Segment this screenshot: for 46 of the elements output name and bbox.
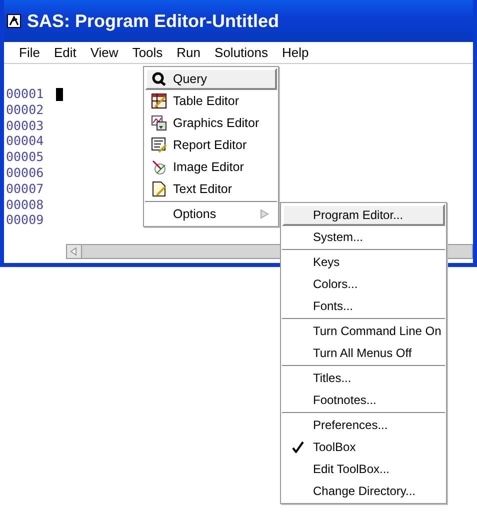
menu-item[interactable]: Preferences...	[282, 414, 445, 436]
menu-item[interactable]: Change Directory...	[282, 480, 445, 502]
line-number: 00002	[6, 102, 44, 118]
menu-bar-item[interactable]: File	[12, 45, 47, 63]
scroll-left-icon[interactable]	[67, 245, 82, 258]
menu-item[interactable]: ToolBox	[282, 436, 445, 458]
app-icon	[7, 14, 21, 28]
menu-bar-item[interactable]: Tools	[125, 45, 170, 63]
window-title: SAS: Program Editor-Untitled	[27, 10, 280, 32]
line-number: 00001	[6, 86, 44, 102]
menu-item[interactable]: Image Editor	[145, 156, 277, 178]
submenu-arrow-icon	[260, 209, 269, 219]
menu-item[interactable]: Turn Command Line On	[282, 320, 445, 342]
submenu-item[interactable]: Options	[145, 203, 277, 225]
menu-item[interactable]: Titles...	[282, 367, 445, 389]
line-number: 00008	[6, 196, 44, 212]
menu-bar-item[interactable]: View	[83, 45, 126, 63]
line-number: 00007	[6, 180, 44, 197]
menu-item[interactable]: Text Editor	[145, 178, 277, 200]
menu-item[interactable]: Turn All Menus Off	[282, 342, 445, 364]
menu-item[interactable]: System...	[282, 226, 445, 248]
magnifier-icon	[151, 71, 167, 87]
line-number: 00006	[6, 164, 44, 181]
text-cursor	[56, 88, 63, 101]
menu-item[interactable]: Colors...	[282, 273, 445, 295]
line-number: 00005	[6, 149, 44, 165]
menu-item[interactable]: Query	[145, 68, 277, 90]
line-number: 00009	[6, 212, 44, 228]
menu-item[interactable]: Footnotes...	[282, 389, 445, 411]
report-pencil-icon	[151, 137, 167, 153]
table-pencil-icon	[151, 93, 167, 109]
menu-item[interactable]: Program Editor...	[282, 204, 445, 226]
menu-bar-item[interactable]: Run	[170, 45, 208, 63]
menu-item[interactable]: Fonts...	[282, 295, 445, 317]
menu-bar-item[interactable]: Help	[275, 45, 316, 63]
menu-bar-item[interactable]: Solutions	[208, 45, 276, 63]
menu-item[interactable]: Report Editor	[145, 134, 277, 156]
menu-item[interactable]: Table Editor	[145, 90, 277, 112]
menu-bar-item[interactable]: Edit	[46, 45, 84, 63]
document-pencil-icon	[151, 181, 167, 197]
image-pencil-icon	[151, 159, 167, 175]
line-number: 00004	[6, 133, 44, 150]
menu-item[interactable]: Edit ToolBox...	[282, 458, 445, 480]
chart-window-icon	[151, 115, 167, 131]
line-number: 00003	[6, 118, 44, 134]
menu-item[interactable]: Graphics Editor	[145, 112, 277, 134]
